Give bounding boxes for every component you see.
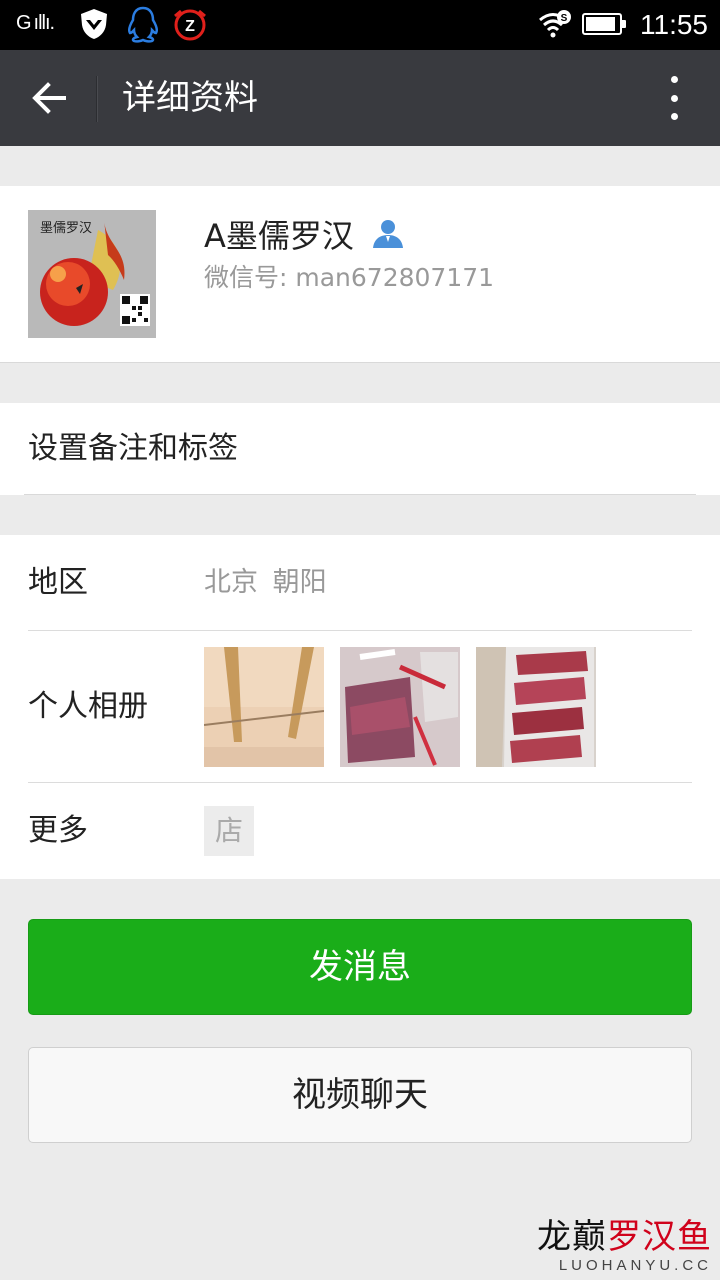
watermark-logo: 龙巅罗汉鱼 — [537, 1217, 712, 1257]
signal-indicator: G ıllı. — [16, 12, 55, 34]
qq-penguin-icon — [126, 6, 160, 48]
album-photo — [476, 647, 596, 767]
more-options-button[interactable] — [664, 76, 684, 120]
wifi-badge-label: S — [561, 13, 568, 24]
set-remark-and-tags[interactable]: 设置备注和标签 — [0, 403, 720, 495]
vertical-dots-icon — [670, 76, 678, 83]
divider — [28, 782, 692, 783]
more-label: 更多 — [28, 813, 88, 848]
battery-icon — [582, 13, 626, 35]
wechat-id: 微信号: man672807171 — [204, 263, 495, 292]
divider — [28, 630, 692, 631]
send-message-button[interactable]: 发消息 — [28, 919, 692, 1015]
battery-level — [586, 17, 615, 31]
back-button[interactable] — [22, 74, 76, 122]
watermark-url: LUOHANYU.CC — [558, 1257, 712, 1274]
name-row: A墨儒罗汉 — [204, 216, 404, 256]
album-label: 个人相册 — [28, 689, 148, 724]
region-label: 地区 — [28, 565, 88, 600]
shop-icon: 店 — [204, 806, 254, 856]
divider — [24, 494, 696, 495]
avatar-calligraphy: 墨儒罗汉 — [40, 221, 92, 236]
shield-icon — [80, 8, 108, 44]
details-card: 地区 北京 朝阳 个人相册 更多 店 — [0, 535, 720, 879]
profile-card: 墨儒罗汉 A墨儒罗汉 微信号: man672807171 — [0, 186, 720, 363]
avatar[interactable]: 墨儒罗汉 — [28, 210, 156, 338]
nickname: A墨儒罗汉 — [204, 217, 354, 255]
arrow-left-icon — [32, 82, 66, 114]
person-icon — [372, 219, 404, 253]
video-call-button[interactable]: 视频聊天 — [28, 1047, 692, 1143]
page-title: 详细资料 — [122, 78, 258, 118]
svg-text:Z: Z — [185, 18, 195, 35]
title-bar: 详细资料 — [0, 50, 720, 146]
title-divider — [96, 76, 97, 122]
wifi-icon: S — [538, 10, 572, 44]
region-value: 北京 朝阳 — [204, 567, 327, 598]
album-photo — [340, 647, 460, 767]
clock: 11:55 — [640, 9, 708, 40]
z-app-icon: Z — [172, 8, 208, 46]
status-bar: G ıllı. Z S 11:55 — [0, 0, 720, 50]
remark-label: 设置备注和标签 — [28, 431, 238, 466]
album-photo — [204, 647, 324, 767]
watermark: 龙巅罗汉鱼 LUOHANYU.CC — [537, 1217, 712, 1274]
